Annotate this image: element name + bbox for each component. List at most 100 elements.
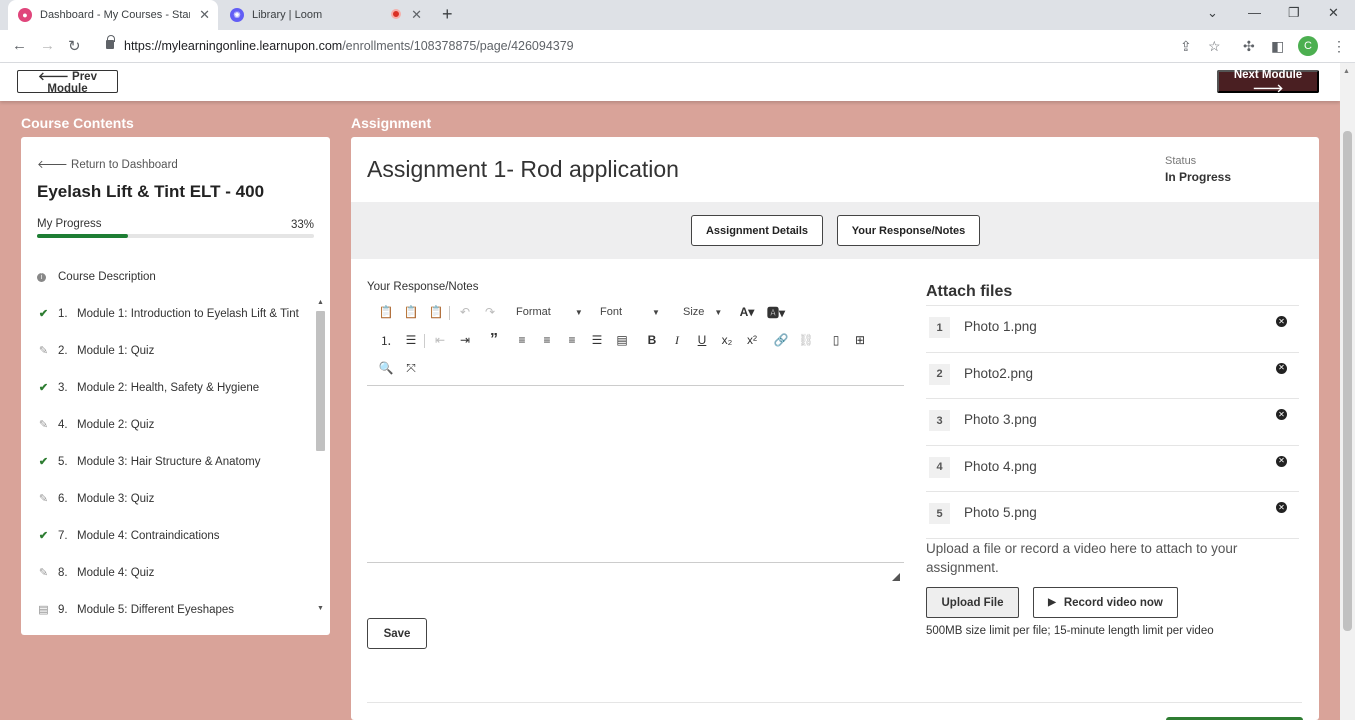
blockquote-icon[interactable]: ”: [485, 331, 503, 349]
module-item[interactable]: ✎ 6. Module 3: Quiz: [37, 480, 317, 517]
next-module-button[interactable]: Next Module 🡒: [1217, 69, 1319, 95]
url-field[interactable]: https://mylearningonline.learnupon.com/e…: [124, 39, 574, 53]
paste-icon[interactable]: 📋: [377, 303, 395, 321]
close-tab-icon[interactable]: ✕: [411, 7, 422, 23]
extensions-icon[interactable]: ✣: [1243, 38, 1255, 55]
bold-icon[interactable]: B: [643, 331, 661, 349]
scroll-up-icon[interactable]: ▲: [317, 299, 324, 306]
restore-icon[interactable]: ❐: [1288, 5, 1300, 21]
file-name[interactable]: Photo2.png: [964, 366, 1033, 381]
tab-assignment-details[interactable]: Assignment Details: [691, 215, 823, 246]
text-color-icon[interactable]: A▾: [738, 303, 756, 321]
format-dropdown[interactable]: Format ▼: [516, 303, 583, 321]
scrollbar-thumb[interactable]: [316, 311, 325, 451]
justify-icon[interactable]: ☰: [588, 331, 606, 349]
check-icon: ✔: [38, 456, 49, 468]
remove-file-icon[interactable]: ✕: [1276, 502, 1287, 514]
browser-tab-dashboard[interactable]: ● Dashboard - My Courses - Start C ✕: [8, 0, 218, 30]
back-icon[interactable]: ←: [12, 37, 27, 54]
response-editor[interactable]: [367, 386, 904, 562]
module-item[interactable]: ✎ 2. Module 1: Quiz: [37, 332, 317, 369]
underline-icon[interactable]: U: [693, 331, 711, 349]
module-item[interactable]: ▤ 9. Module 5: Different Eyeshapes: [37, 591, 317, 628]
horizontal-rule-icon[interactable]: ▤: [613, 331, 631, 349]
reload-icon[interactable]: ↻: [68, 37, 81, 55]
indent-icon[interactable]: ⇥: [456, 331, 474, 349]
tab-your-response[interactable]: Your Response/Notes: [837, 215, 980, 246]
file-name[interactable]: Photo 4.png: [964, 459, 1037, 474]
subscript-icon[interactable]: x₂: [718, 331, 736, 349]
module-list-scrollbar[interactable]: ▲ ▼: [316, 299, 325, 617]
module-label: Module 4: Quiz: [77, 566, 155, 579]
prev-module-button[interactable]: 🡐 Prev Module: [17, 70, 118, 95]
maximize-icon[interactable]: ⤧: [402, 359, 420, 377]
minimize-icon[interactable]: —: [1248, 5, 1261, 20]
remove-file-icon[interactable]: ✕: [1276, 409, 1287, 421]
size-dropdown[interactable]: Size ▼: [683, 303, 722, 321]
tab-search-icon[interactable]: ⌄: [1207, 5, 1218, 21]
align-left-icon[interactable]: ≡: [513, 331, 531, 349]
align-right-icon[interactable]: ≡: [563, 331, 581, 349]
module-number: 2.: [58, 344, 68, 357]
paste-text-icon[interactable]: 📋: [402, 303, 420, 321]
record-video-button[interactable]: ▶ Record video now: [1033, 587, 1178, 618]
preview-icon[interactable]: 🔍: [377, 359, 395, 377]
module-item[interactable]: ✔ 5. Module 3: Hair Structure & Anatomy: [37, 443, 317, 480]
star-icon[interactable]: ☆: [1208, 38, 1221, 55]
italic-icon[interactable]: I: [668, 331, 686, 349]
remove-file-icon[interactable]: ✕: [1276, 316, 1287, 327]
file-number: 3: [929, 410, 950, 432]
file-name[interactable]: Photo 1.png: [964, 319, 1037, 334]
table-icon[interactable]: ⊞: [851, 331, 869, 349]
course-title: Eyelash Lift & Tint ELT - 400: [37, 182, 265, 201]
share-icon[interactable]: ⇪: [1180, 38, 1192, 55]
link-icon[interactable]: 🔗: [772, 331, 790, 349]
module-item[interactable]: ✎ 4. Module 2: Quiz: [37, 406, 317, 443]
attached-file-row: 3 Photo 3.png ✕: [926, 399, 1299, 446]
file-name[interactable]: Photo 5.png: [964, 505, 1037, 520]
scrollbar-thumb[interactable]: [1343, 131, 1352, 631]
paste-word-icon[interactable]: 📋: [427, 303, 445, 321]
module-item[interactable]: ✔ 1. Module 1: Introduction to Eyelash L…: [37, 295, 317, 332]
page-scrollbar[interactable]: ▲: [1340, 63, 1355, 720]
profile-avatar[interactable]: C: [1298, 36, 1318, 56]
assignment-heading: Assignment: [351, 115, 432, 131]
remove-file-icon[interactable]: ✕: [1276, 455, 1287, 467]
font-dropdown[interactable]: Font ▼: [600, 303, 660, 321]
superscript-icon[interactable]: x²: [743, 331, 761, 349]
return-to-dashboard-link[interactable]: 🡐 Return to Dashboard: [37, 157, 178, 171]
redo-icon[interactable]: ↷: [481, 303, 499, 321]
remove-file-icon[interactable]: ✕: [1276, 362, 1287, 374]
forward-icon[interactable]: →: [40, 37, 55, 54]
scroll-down-icon[interactable]: ▼: [317, 605, 324, 612]
sidebar-icon[interactable]: ◧: [1271, 38, 1284, 55]
course-description-link[interactable]: i Course Description: [37, 271, 156, 283]
close-tab-icon[interactable]: ✕: [199, 7, 210, 23]
editor-bottom-border: [367, 562, 904, 563]
module-item[interactable]: ✔ 3. Module 2: Health, Safety & Hygiene: [37, 369, 317, 406]
lock-icon[interactable]: [106, 35, 115, 49]
upload-file-button[interactable]: Upload File: [926, 587, 1019, 618]
iframe-icon[interactable]: ▯: [827, 331, 845, 349]
file-number: 2: [929, 363, 950, 385]
resize-handle-icon[interactable]: [892, 573, 900, 581]
file-name[interactable]: Photo 3.png: [964, 412, 1037, 427]
outdent-icon[interactable]: ⇤: [431, 331, 449, 349]
file-number: 5: [929, 503, 950, 525]
attach-files-heading: Attach files: [926, 283, 1013, 300]
unlink-icon[interactable]: ⛓: [797, 331, 815, 349]
module-item[interactable]: ✎ 8. Module 4: Quiz: [37, 554, 317, 591]
module-number: 6.: [58, 492, 68, 505]
align-center-icon[interactable]: ≡: [538, 331, 556, 349]
save-button[interactable]: Save: [367, 618, 427, 649]
progress-bar: [37, 234, 314, 238]
background-color-icon[interactable]: 🅰▾: [767, 303, 785, 321]
scroll-up-icon[interactable]: ▲: [1343, 68, 1350, 75]
new-tab-icon[interactable]: +: [442, 4, 453, 25]
undo-icon[interactable]: ↶: [456, 303, 474, 321]
close-window-icon[interactable]: ✕: [1328, 5, 1339, 21]
module-item[interactable]: ✔ 7. Module 4: Contraindications: [37, 517, 317, 554]
bulleted-list-icon[interactable]: ☰: [402, 331, 420, 349]
menu-icon[interactable]: ⋮: [1332, 38, 1346, 55]
numbered-list-icon[interactable]: ⒈: [377, 331, 395, 349]
